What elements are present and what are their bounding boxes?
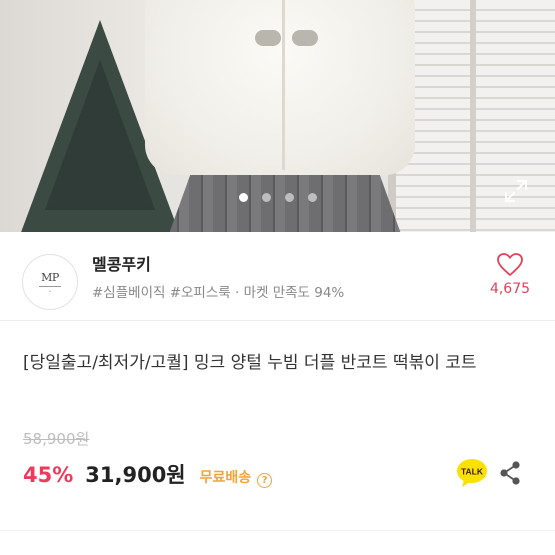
kakao-talk-icon[interactable]: TALK bbox=[456, 458, 488, 488]
shop-logo[interactable]: MP • bbox=[22, 254, 78, 310]
shop-logo-text: MP bbox=[41, 270, 59, 284]
discount-rate: 45% bbox=[23, 463, 74, 487]
product-title: [당일출고/최저가/고퀄] 밍크 양털 누빔 더플 반코트 떡볶이 코트 bbox=[23, 353, 477, 373]
sale-price: 31,900원 bbox=[85, 463, 186, 487]
shop-logo-divider bbox=[39, 285, 61, 287]
kakao-talk-label: TALK bbox=[461, 467, 484, 477]
section-divider bbox=[0, 530, 555, 531]
free-shipping-badge: 무료배송 bbox=[199, 470, 252, 486]
toggle-clasp bbox=[292, 30, 318, 46]
christmas-tree-shade bbox=[45, 60, 155, 210]
heart-icon[interactable] bbox=[497, 253, 523, 277]
toggle-clasp bbox=[255, 30, 281, 46]
coat-seam bbox=[282, 0, 285, 170]
product-image-carousel[interactable] bbox=[0, 0, 555, 232]
expand-icon[interactable] bbox=[503, 178, 529, 204]
seller-section[interactable]: MP • 멜콩푸키 #심플베이직 #오피스룩 · 마켓 만족도 94% bbox=[0, 232, 555, 320]
price-row: 45% 31,900원 무료배송 ? bbox=[23, 459, 273, 489]
original-price: 58,900원 bbox=[23, 430, 90, 448]
carousel-indicator bbox=[0, 193, 555, 205]
shop-tags: #심플베이직 #오피스룩 · 마켓 만족도 94% bbox=[92, 285, 345, 301]
shop-name[interactable]: 멜콩푸키 bbox=[92, 251, 151, 275]
fleece-coat bbox=[145, 0, 415, 175]
info-icon[interactable]: ? bbox=[257, 473, 273, 488]
section-divider bbox=[0, 320, 555, 321]
share-icon[interactable] bbox=[498, 460, 522, 486]
shop-logo-decoration: • bbox=[48, 288, 52, 294]
carousel-dot[interactable] bbox=[307, 193, 317, 202]
like-count: 4,675 bbox=[489, 281, 531, 297]
carousel-dot[interactable] bbox=[284, 193, 294, 202]
carousel-dot-active[interactable] bbox=[238, 193, 248, 202]
carousel-dot[interactable] bbox=[261, 193, 271, 202]
